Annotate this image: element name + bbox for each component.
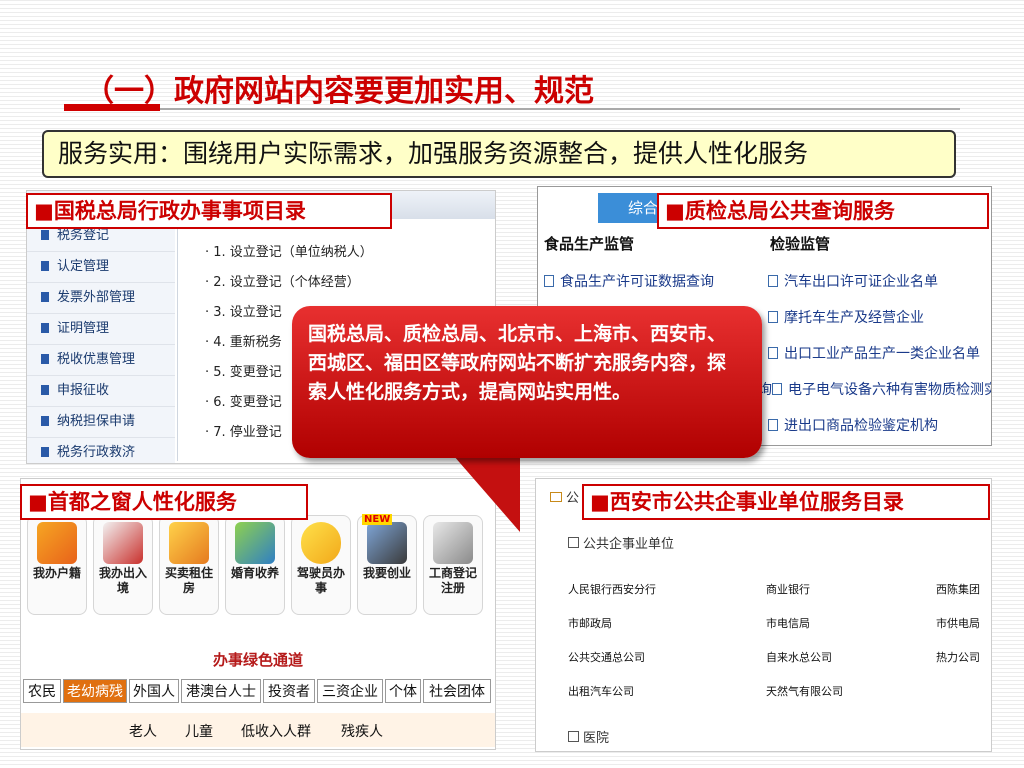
callout-bubble: 国税总局、质检总局、北京市、上海市、西安市、西城区、福田区等政府网站不断扩充服务… xyxy=(292,306,762,458)
callout-text: 国税总局、质检总局、北京市、上海市、西安市、西城区、福田区等政府网站不断扩充服务… xyxy=(308,323,727,403)
